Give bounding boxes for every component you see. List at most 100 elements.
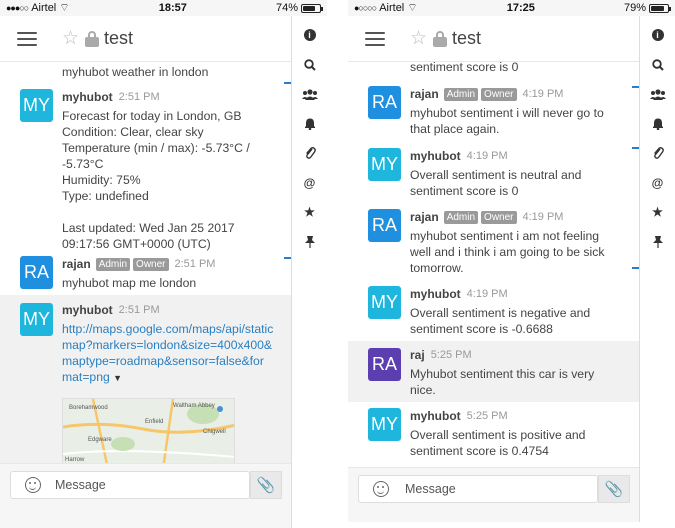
- username[interactable]: myhubot: [410, 409, 461, 423]
- star-icon[interactable]: ★: [648, 202, 668, 222]
- menu-icon[interactable]: [17, 31, 37, 46]
- message-item: MY myhubot 4:19 PM Overall sentiment is n…: [348, 148, 639, 202]
- menu-icon[interactable]: [365, 31, 385, 46]
- avatar[interactable]: RA: [368, 209, 401, 242]
- battery-fill: [302, 5, 315, 11]
- message-text: Forecast for today in London, GB Conditi…: [62, 109, 250, 251]
- avatar[interactable]: RA: [20, 256, 53, 289]
- username[interactable]: rajan: [62, 257, 91, 271]
- role-badge: Admin: [443, 210, 479, 224]
- bell-icon[interactable]: [300, 114, 320, 134]
- collapse-caret-icon[interactable]: ▼: [113, 373, 122, 383]
- clock: 18:57: [158, 2, 187, 14]
- message-list[interactable]: myhubot weather in london MY myhubot 2:51…: [0, 62, 291, 463]
- message-placeholder: Message: [405, 482, 456, 496]
- message-continuation: myhubot weather in london: [0, 64, 291, 80]
- message-input[interactable]: Message: [10, 471, 250, 499]
- username[interactable]: myhubot: [62, 90, 113, 104]
- battery-fill: [650, 5, 664, 11]
- message-text: Overall sentiment is neutral and sentime…: [410, 168, 585, 198]
- timestamp: 2:51 PM: [118, 91, 160, 103]
- members-icon[interactable]: [648, 84, 668, 104]
- timestamp: 5:25 PM: [430, 349, 472, 361]
- username[interactable]: raj: [410, 348, 425, 362]
- avatar[interactable]: MY: [20, 89, 53, 122]
- paperclip-icon: 📎: [256, 477, 276, 494]
- info-icon[interactable]: i: [300, 25, 320, 45]
- map-link[interactable]: http://maps.google.com/maps/api/staticma…: [62, 322, 273, 384]
- emoji-icon[interactable]: [373, 481, 389, 497]
- avatar[interactable]: MY: [368, 148, 401, 181]
- bell-icon[interactable]: [648, 114, 668, 134]
- timestamp: 2:51 PM: [174, 258, 216, 270]
- map-label: Enfield: [145, 419, 164, 425]
- room-header: ☆ test: [0, 16, 292, 62]
- attach-button[interactable]: 📎: [598, 475, 630, 503]
- message-item: RA rajan Admin Owner 2:51 PM myhubot map me…: [0, 256, 291, 292]
- favorite-star-icon[interactable]: ☆: [410, 27, 427, 50]
- left-phone-screen: ●●●○○ Airtel ⌔ 18:57 74% ☆ test myhubot we…: [0, 0, 327, 528]
- emoji-icon[interactable]: [25, 477, 41, 493]
- clock: 17:25: [506, 2, 535, 14]
- search-icon[interactable]: [300, 55, 320, 75]
- message-item: RA rajan Admin Owner 4:19 PM myhubot sentim…: [348, 209, 639, 279]
- role-badge: Owner: [133, 257, 169, 271]
- username[interactable]: myhubot: [410, 287, 461, 301]
- avatar[interactable]: MY: [368, 286, 401, 319]
- members-icon[interactable]: [300, 84, 320, 104]
- role-badge: Owner: [481, 87, 517, 101]
- favorite-star-icon[interactable]: ☆: [62, 27, 79, 50]
- right-rail: i @ ★: [291, 16, 327, 528]
- role-badge: Admin: [443, 87, 479, 101]
- wifi-icon: ⌔: [407, 2, 418, 14]
- attach-button[interactable]: 📎: [250, 471, 282, 499]
- message-text: myhubot map me london: [62, 276, 197, 290]
- status-bar: ●○○○○ Airtel ⌔ 17:25 79%: [348, 0, 675, 16]
- message-input[interactable]: Message: [358, 475, 598, 503]
- map-label: Edgware: [88, 437, 112, 443]
- info-icon[interactable]: i: [648, 25, 668, 45]
- right-rail: i @ ★: [639, 16, 675, 522]
- timestamp: 4:19 PM: [466, 288, 508, 300]
- paperclip-icon: 📎: [604, 481, 624, 498]
- avatar[interactable]: RA: [368, 86, 401, 119]
- room-header: ☆ test: [348, 16, 640, 62]
- right-phone-screen: ●○○○○ Airtel ⌔ 17:25 79% ☆ test sentiment …: [348, 0, 675, 522]
- mention-icon[interactable]: @: [300, 173, 320, 193]
- pin-icon[interactable]: [300, 232, 320, 252]
- avatar[interactable]: RA: [368, 348, 401, 381]
- star-icon[interactable]: ★: [300, 202, 320, 222]
- message-item: RA raj 5:25 PM Myhubot sentiment this car…: [348, 341, 639, 402]
- message-text: myhubot weather in london: [62, 65, 209, 79]
- username[interactable]: rajan: [410, 210, 439, 224]
- message-item: MY myhubot 5:25 PM Overall sentiment is p…: [348, 408, 639, 462]
- unread-marker: [632, 267, 639, 269]
- carrier: Airtel: [31, 2, 57, 14]
- map-label: Borehamwood: [69, 405, 108, 411]
- timestamp: 2:51 PM: [118, 304, 160, 316]
- battery-percent: 74%: [275, 2, 298, 14]
- search-icon[interactable]: [648, 55, 668, 75]
- username[interactable]: myhubot: [410, 149, 461, 163]
- message-text: myhubot sentiment i am not feeling well …: [410, 229, 608, 275]
- message-list[interactable]: sentiment score is 0 RA rajan Admin Owner 4…: [348, 62, 639, 467]
- map-label: Chigwell: [203, 429, 226, 435]
- message-text: Myhubot sentiment this car is very nice.: [410, 367, 598, 397]
- message-text: Overall sentiment is positive and sentim…: [410, 428, 589, 458]
- avatar[interactable]: MY: [368, 408, 401, 441]
- map-image[interactable]: Borehamwood Enfield Waltham Abbey Chigwe…: [62, 398, 235, 463]
- timestamp: 4:19 PM: [522, 211, 564, 223]
- avatar[interactable]: MY: [20, 303, 53, 336]
- pin-icon[interactable]: [648, 232, 668, 252]
- role-badge: Owner: [481, 210, 517, 224]
- paperclip-icon[interactable]: [648, 143, 668, 163]
- username[interactable]: rajan: [410, 87, 439, 101]
- paperclip-icon[interactable]: [300, 143, 320, 163]
- room-title: test: [452, 28, 482, 48]
- message-text: myhubot sentiment i will never go to tha…: [410, 106, 608, 136]
- mention-icon[interactable]: @: [648, 173, 668, 193]
- lock-icon: [433, 30, 448, 47]
- username[interactable]: myhubot: [62, 303, 113, 317]
- battery-icon: [648, 3, 671, 13]
- timestamp: 4:19 PM: [466, 150, 508, 162]
